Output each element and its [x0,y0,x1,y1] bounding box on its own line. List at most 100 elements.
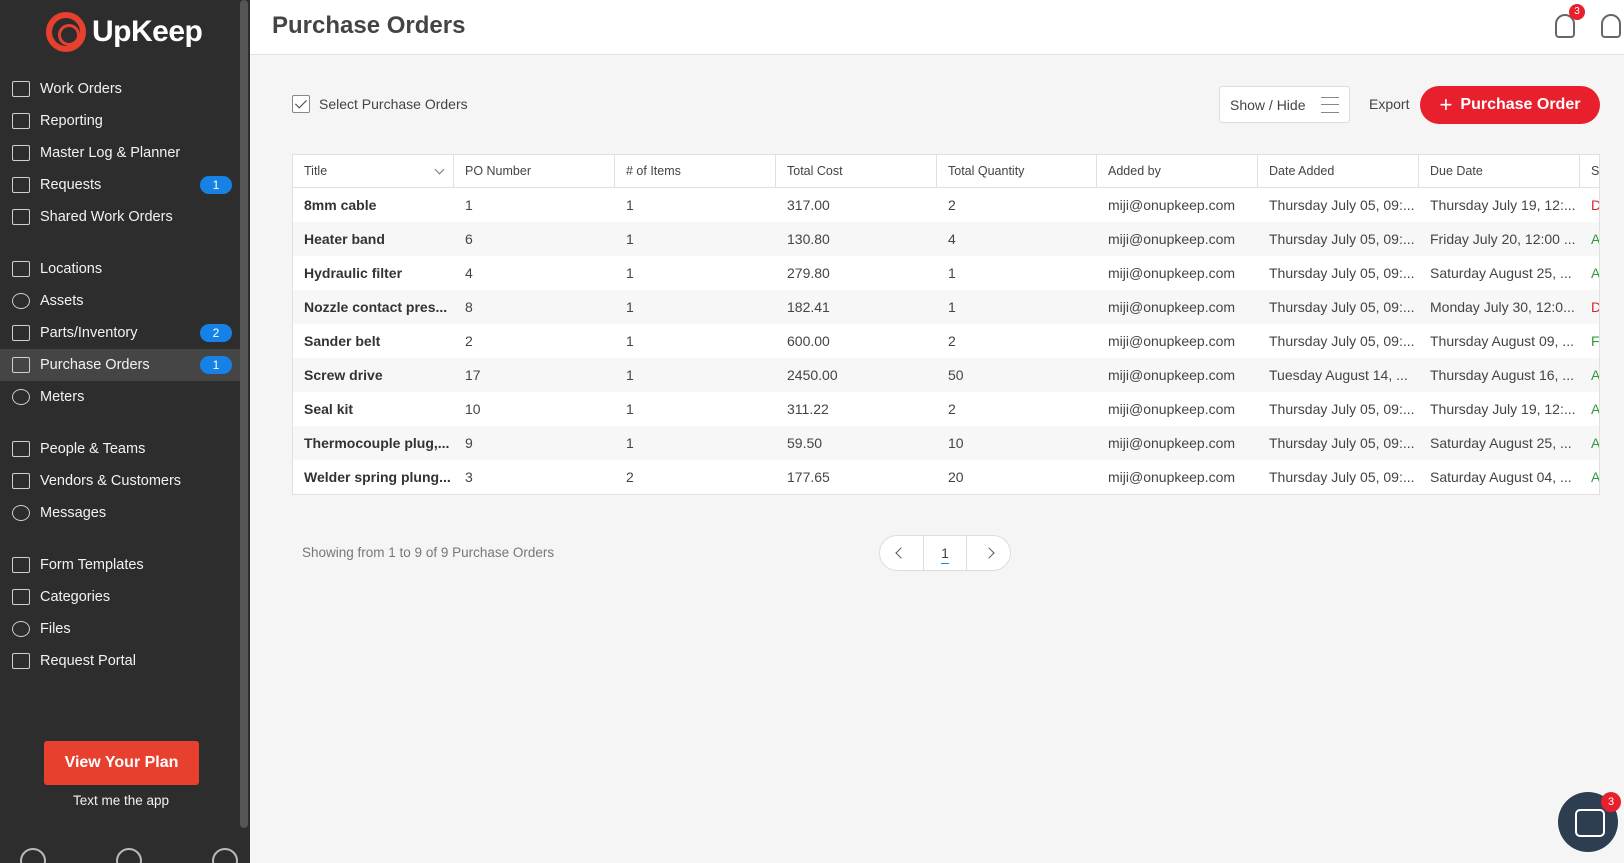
table-cell: 1 [626,367,634,383]
column-header-label: Date Added [1269,164,1335,178]
table-cell: miji@onupkeep.com [1108,469,1236,485]
help-icon[interactable] [116,848,142,863]
table-row[interactable]: Welder spring plung... 3 2 177.65 20 miji@onu… [293,460,1599,494]
column-header-label: # of Items [626,164,681,178]
column-header[interactable]: Title [293,155,454,187]
share-icon [12,209,30,225]
column-header-label: Added by [1108,164,1161,178]
table-cell: 4 [948,231,956,247]
clipboard-icon [12,81,30,97]
table-row[interactable]: 8mm cable 1 1 317.00 2 miji@onupkeep.com Thurs… [293,188,1599,222]
column-header[interactable]: Added by [1097,155,1258,187]
table-row[interactable]: Seal kit 10 1 311.22 2 miji@onupkeep.com Thurs… [293,392,1599,426]
sidebar-item-categories[interactable]: Categories [0,581,246,613]
sidebar-item-assets[interactable]: Assets [0,285,246,317]
sidebar-item-request-portal[interactable]: Request Portal [0,645,246,677]
sidebar-item-form-templates[interactable]: Form Templates [0,549,246,581]
sidebar-item-people-teams[interactable]: People & Teams [0,433,246,465]
table-row[interactable]: Thermocouple plug,... 9 1 59.50 10 miji@onupk… [293,426,1599,460]
gear-logo-icon [46,12,86,52]
column-header[interactable]: Due Date [1419,155,1580,187]
document-icon [12,357,30,373]
column-header[interactable]: PO Number [454,155,615,187]
column-header[interactable]: Date Added [1258,155,1419,187]
table-cell: 2 [948,333,956,349]
sidebar-item-label: Parts/Inventory [40,325,138,341]
table-row[interactable]: Heater band 6 1 130.80 4 miji@onupkeep.com Thu… [293,222,1600,256]
count-badge: 1 [200,356,232,374]
bell-icon[interactable] [1601,14,1621,38]
sidebar-item-requests[interactable]: Requests 1 [0,169,246,201]
sidebar-item-label: Assets [40,293,84,309]
upkeep-logo[interactable]: UpKeep [46,12,203,52]
table-cell: Screw drive [304,367,383,383]
table-cell: 8 [465,299,473,315]
table-cell: Thursday August 16, ... [1430,367,1574,383]
gauge-icon [12,389,30,405]
table-cell: Thursday July 19, 12:... [1430,197,1576,213]
chat-icon [12,505,30,521]
column-header[interactable]: # of Items [615,155,776,187]
select-purchase-orders[interactable]: Select Purchase Orders [292,95,468,113]
column-header[interactable]: S [1580,155,1599,187]
profile-icon[interactable] [212,848,238,863]
table-cell: F [1591,333,1600,349]
column-header[interactable]: Total Cost [776,155,937,187]
table-cell: Thursday July 05, 09:... [1269,299,1415,315]
sidebar-item-shared-work-orders[interactable]: Shared Work Orders [0,201,246,233]
table-cell: 1 [626,401,634,417]
table-cell: 3 [465,469,473,485]
view-plan-button[interactable]: View Your Plan [44,741,199,785]
sidebar-item-reporting[interactable]: Reporting [0,105,246,137]
add-purchase-order-button[interactable]: + Purchase Order [1420,86,1600,124]
sidebar-item-files[interactable]: Files [0,613,246,645]
sidebar-bottom-icons [20,848,238,863]
chevron-down-icon[interactable] [434,164,445,175]
chevron-right-icon [983,547,995,559]
table-row[interactable]: Screw drive 17 1 2450.00 50 miji@onupkeep.com… [293,358,1599,392]
brand-name: UpKeep [92,15,203,48]
sidebar-item-vendors-customers[interactable]: Vendors & Customers [0,465,246,497]
sidebar-item-label: Requests [40,177,102,193]
table-cell: Sander belt [304,333,381,349]
sidebar-item-locations[interactable]: Locations [0,253,246,285]
table-cell: 182.41 [787,299,830,315]
prev-page-button[interactable] [880,536,923,570]
table-row[interactable]: Hydraulic filter 4 1 279.80 1 miji@onupkeep.c… [293,256,1599,290]
table-row[interactable]: Nozzle contact pres... 8 1 182.41 1 miji@onup… [293,290,1599,324]
sidebar-item-parts-inventory[interactable]: Parts/Inventory 2 [0,317,246,349]
text-me-app-link[interactable]: Text me the app [0,793,242,808]
table-cell: 1 [626,299,634,315]
table-cell: miji@onupkeep.com [1108,265,1236,281]
select-checkbox[interactable] [292,95,310,113]
sidebar-scrollbar[interactable] [240,0,248,828]
sidebar-item-label: Master Log & Planner [40,145,181,161]
sidebar-item-purchase-orders[interactable]: Purchase Orders 1 [0,349,246,381]
sidebar-item-label: Reporting [40,113,103,129]
page-title: Purchase Orders [272,12,466,39]
sidebar-item-work-orders[interactable]: Work Orders [0,73,246,105]
table-cell: 6 [465,231,473,247]
ideas-badge: 3 [1569,4,1585,20]
sidebar: UpKeep Work Orders Reporting Master Log & … [0,0,250,863]
sidebar-item-master-log-planner[interactable]: Master Log & Planner [0,137,246,169]
sidebar-item-meters[interactable]: Meters [0,381,246,413]
page-header: Purchase Orders 3 [250,0,1624,55]
table-cell: Thursday July 05, 09:... [1269,333,1415,349]
sidebar-item-messages[interactable]: Messages [0,497,246,529]
settings-icon[interactable] [20,848,46,863]
chevron-left-icon [895,547,907,559]
count-badge: 2 [200,324,232,342]
table-cell: miji@onupkeep.com [1108,299,1236,315]
next-page-button[interactable] [967,536,1010,570]
table-row[interactable]: Sander belt 2 1 600.00 2 miji@onupkeep.com Thu… [293,324,1600,358]
column-header-label: Total Quantity [948,164,1025,178]
page-number[interactable]: 1 [922,536,968,570]
column-header[interactable]: Total Quantity [937,155,1097,187]
cloud-icon [12,621,30,637]
table-cell: 10 [948,435,964,451]
plus-icon: + [1439,92,1453,117]
show-hide-button[interactable]: Show / Hide [1219,86,1350,123]
export-button[interactable]: Export [1369,96,1409,112]
table-cell: A [1591,231,1600,247]
